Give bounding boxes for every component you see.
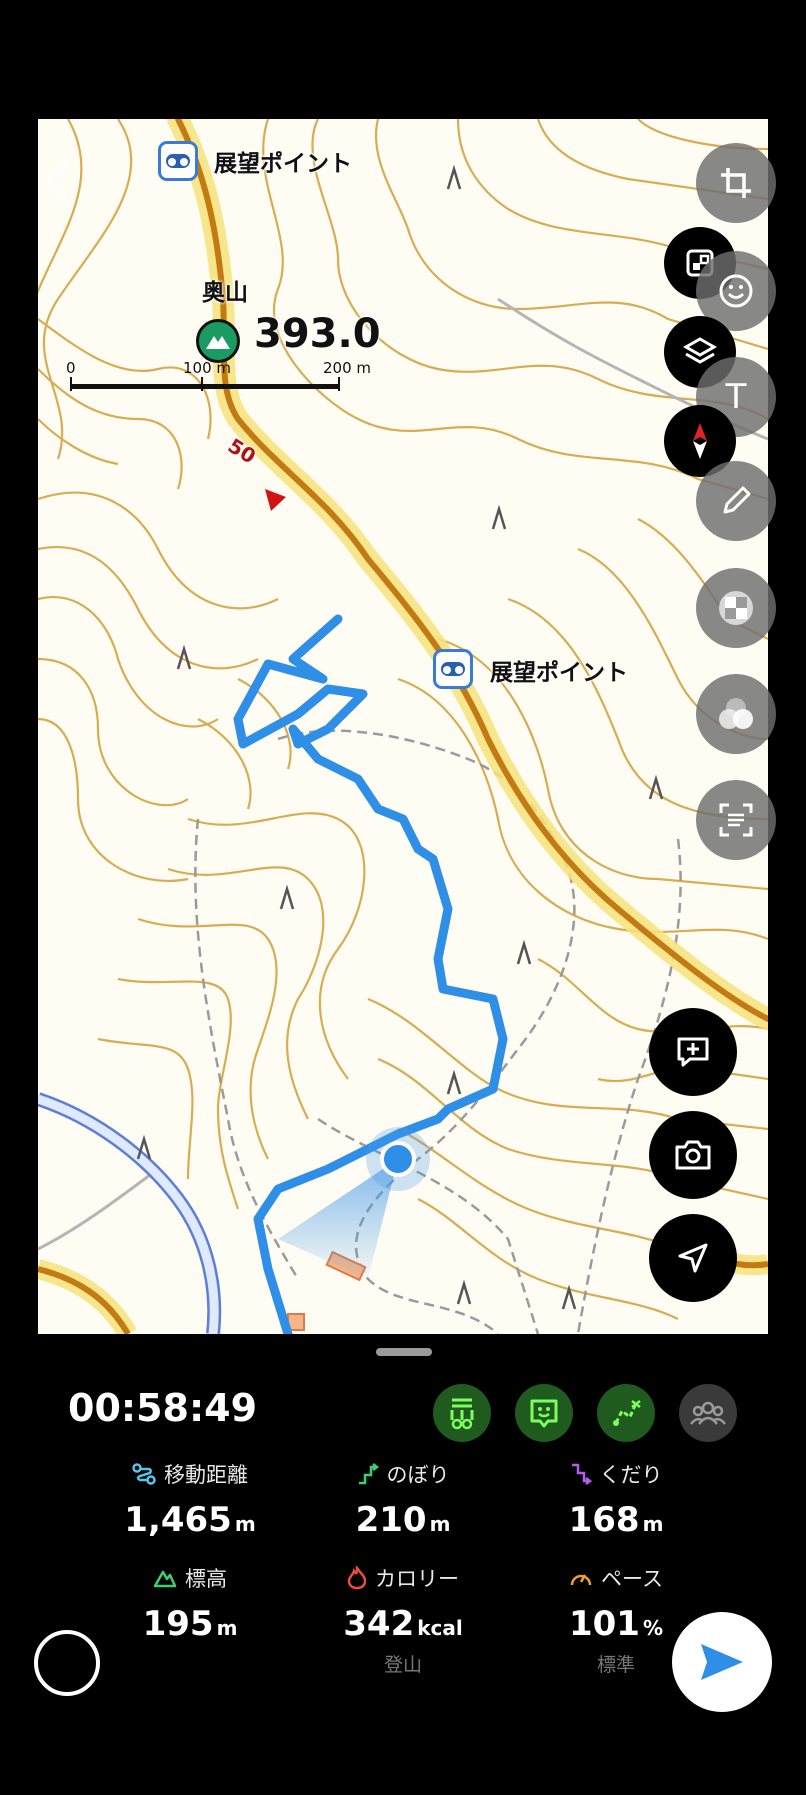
viewpoint-poi-top[interactable] [158,141,198,181]
route-icon [613,1400,641,1426]
stat-label: 標高 [185,1567,227,1591]
stat-elevation: 標高 195 m [80,1564,300,1644]
footpaths [194,729,682,1334]
stat-value: 168 [568,1500,640,1540]
stat-unit: m [642,1512,664,1536]
scale-tick-200: 200 m [323,359,372,377]
smiley-icon [719,274,753,308]
peak-marker[interactable] [196,319,240,363]
chevron-left-icon [45,160,68,200]
viewpoint-poi-mid[interactable] [433,649,473,689]
binoculars-icon [441,662,465,676]
stat-value: 210 [355,1500,427,1540]
mountain-icon [206,336,230,349]
stat-label: カロリー [375,1567,459,1591]
checkpoint-chip[interactable] [433,1384,491,1442]
scale-tick-0: 0 [66,359,76,377]
mosaic-tool-button[interactable] [696,568,776,648]
elevation-icon [153,1570,177,1588]
peak-elevation: 393.0 [254,311,381,357]
stat-unit: m [429,1512,451,1536]
compass-icon [693,423,707,459]
blur-icon [719,698,753,729]
scan-text-icon [719,803,753,837]
navigate-button[interactable] [649,1214,737,1302]
peak-name: 奥山 [202,280,248,306]
descent-icon [571,1463,592,1485]
stat-unit: m [234,1512,256,1536]
route-chip[interactable] [597,1384,655,1442]
pen-tool-button[interactable] [696,461,776,541]
route-direction-marker [265,489,286,511]
stat-unit: m [216,1616,238,1640]
camera-icon [675,1140,711,1170]
text-icon: T [725,377,747,417]
distance-icon [132,1463,156,1485]
crop-button[interactable] [696,143,776,223]
add-note-button[interactable] [649,1008,737,1096]
send-icon [701,1644,743,1680]
send-button[interactable] [672,1612,772,1712]
scale-bar [70,377,340,391]
add-note-icon [677,1037,709,1067]
binoculars-icon [166,154,190,168]
stat-value: 101 [568,1604,640,1644]
drag-handle[interactable] [376,1348,432,1356]
group-chip[interactable] [679,1384,737,1442]
camera-button[interactable] [649,1111,737,1199]
stat-value: 1,465 [124,1500,232,1540]
stat-calories: カロリー 342 kcal 登山 [293,1564,513,1677]
checkpoint-icon [450,1398,474,1430]
stat-unit: kcal [417,1616,463,1640]
stat-distance: 移動距離 1,465 m [80,1460,300,1540]
ascent-icon [358,1463,379,1485]
stat-ascent: のぼり 210 m [293,1460,513,1540]
stat-sub: 登山 [383,1654,422,1676]
group-icon [690,1401,726,1425]
navigation-arrow-icon [678,1243,708,1273]
current-location-dot [380,1141,416,1177]
stat-value: 195 [142,1604,214,1644]
poi-label-mid: 展望ポイント [490,660,628,686]
crop-icon [721,168,751,198]
stat-unit: % [642,1616,664,1640]
blur-tool-button[interactable] [696,674,776,754]
scan-text-button[interactable] [696,780,776,860]
mosaic-icon [719,591,753,625]
stat-label: のぼり [386,1463,450,1487]
stat-value: 342 [343,1604,415,1644]
record-button[interactable] [34,1630,100,1696]
screen: 0 100 m 200 m 展望ポイント 奥山 393.0 50 展望ポイント [0,0,806,1795]
flame-icon [347,1566,367,1590]
elapsed-time: 00:58:49 [68,1386,258,1430]
back-button[interactable] [42,158,72,202]
stat-descent: くだり 168 m [506,1460,726,1540]
activity-panel: 00:58:49 移動距離 1,465 m のぼり 210 m くだり 168 … [38,1334,768,1795]
face-chip[interactable] [515,1384,573,1442]
speedometer-icon [570,1574,592,1586]
pen-icon [723,486,751,514]
poi-label-top: 展望ポイント [214,151,352,177]
stat-label: ペース [601,1567,663,1591]
face-frame-icon [530,1399,558,1428]
stat-label: 移動距離 [164,1463,248,1487]
stat-label: くだり [599,1463,663,1487]
